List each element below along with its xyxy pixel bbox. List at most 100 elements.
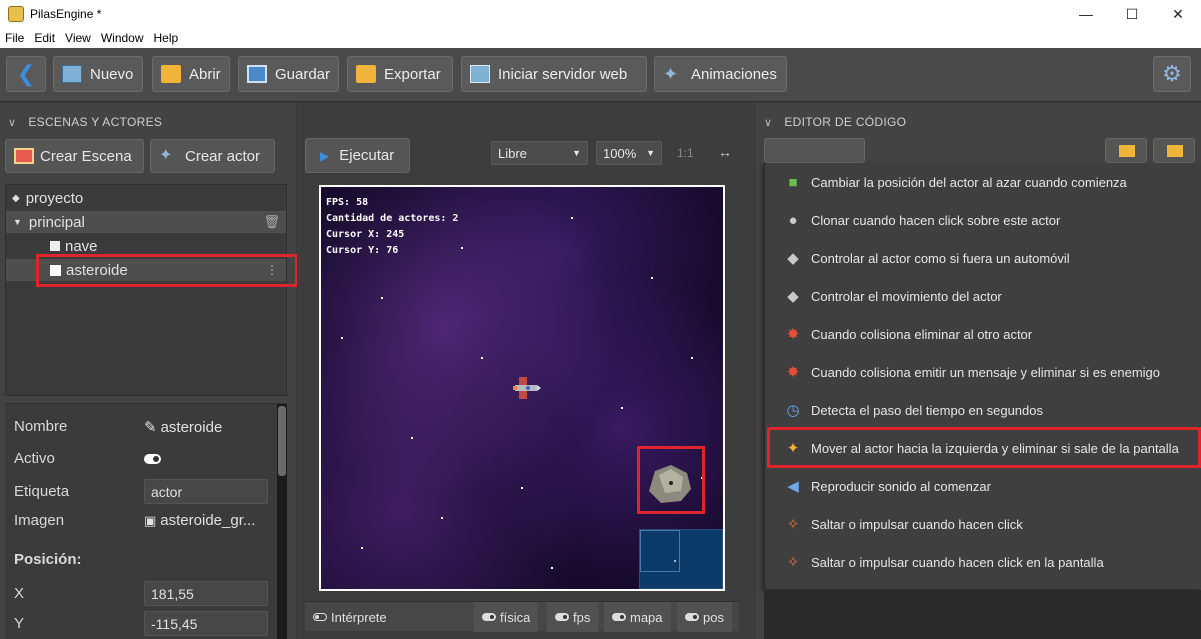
highlight-move-left-item [767,427,1201,468]
menu-help[interactable]: Help [149,31,184,45]
star [481,357,483,359]
name-value[interactable]: ✎ asteroide [144,418,222,436]
trash-icon[interactable]: 🗑 [263,214,280,230]
menu-item-collide-remove[interactable]: ✸ Cuando colisiona eliminar al otro acto… [765,315,1201,353]
tree-item-scene-principal[interactable]: ▼ principal 🗑 [6,211,286,233]
menu-view[interactable]: View [60,31,96,45]
camera-mode-select[interactable]: Libre ▼ [491,141,588,165]
x-input[interactable]: 181,55 [144,581,268,606]
highlight-asteroide-item [36,254,298,287]
run-button[interactable]: ▶ Ejecutar [305,138,410,173]
menu-item-play-sound[interactable]: ◀ Reproducir sonido al comenzar [765,467,1201,505]
y-label: Y [14,615,25,632]
start-web-server-button[interactable]: Iniciar servidor web [461,56,647,92]
open-file-button[interactable] [1105,138,1147,163]
new-file-icon [62,65,82,83]
new-project-button[interactable]: Nuevo [53,56,143,92]
behaviors-button[interactable] [764,138,865,163]
expand-icon[interactable]: ↔ [718,144,732,160]
active-toggle[interactable] [144,454,161,464]
code-editor-title: EDITOR DE CÓDIGO [784,115,907,129]
minimize-button[interactable]: — [1063,0,1109,28]
create-actor-button[interactable]: ✦ Crear actor [150,139,275,173]
code-editor-area[interactable] [764,590,1201,639]
star [341,337,343,339]
save-button[interactable]: Guardar [238,56,339,92]
toggle-on-icon [685,613,699,621]
star [461,247,463,249]
image-value[interactable]: ▣ asteroide_gr... [144,512,255,529]
spaceship-actor[interactable] [511,373,541,403]
menu-item-movement-control[interactable]: ◆ Controlar el movimiento del actor [765,277,1201,315]
folder-icon [1167,145,1183,157]
menu-item-timer[interactable]: ◷ Detecta el paso del tiempo en segundos [765,391,1201,429]
actor-nave-label: nave [65,237,98,255]
create-scene-button[interactable]: Crear Escena [5,139,144,173]
star [651,277,653,279]
menu-file[interactable]: File [0,31,29,45]
properties-scrollbar[interactable] [277,404,287,639]
export-label: Exportar [384,65,441,83]
settings-button[interactable]: ⚙ [1153,56,1191,92]
scenes-actors-header[interactable]: ∨ ESCENAS Y ACTORES [8,115,162,129]
pos-label: pos [703,609,724,625]
save-file-button[interactable] [1153,138,1195,163]
menu-item-jump-screen-click[interactable]: ✧ Saltar o impulsar cuando hacen click e… [765,543,1201,581]
menu-item-jump-click[interactable]: ✧ Saltar o impulsar cuando hacen click [765,505,1201,543]
tag-input[interactable]: actor [144,479,268,504]
chevron-down-icon: ∨ [8,116,17,129]
menu-edit[interactable]: Edit [29,31,60,45]
dropdown-arrow-icon: ▼ [572,148,581,158]
highlight-asteroid [637,446,705,514]
behaviors-menu: ■ Cambiar la posición del actor al azar … [764,163,1201,589]
maximize-button[interactable]: ☐ [1109,0,1155,28]
menu-item-collide-message[interactable]: ✸ Cuando colisiona emitir un mensaje y e… [765,353,1201,391]
animations-button[interactable]: ✦ Animaciones [654,56,787,92]
position-heading: Posición: [14,551,82,568]
menu-item-label: Clonar cuando hacen click sobre este act… [811,212,1061,228]
camera-mode-value: Libre [498,145,527,161]
create-scene-label: Crear Escena [40,147,132,165]
explosion-icon: ✸ [786,364,800,381]
close-button[interactable]: ✕ [1155,0,1201,28]
menu-item-clone-on-click[interactable]: ● Clonar cuando hacen click sobre este a… [765,201,1201,239]
export-button[interactable]: Exportar [347,56,453,92]
gamepad-icon: ◆ [787,250,799,267]
star [381,297,383,299]
menu-window[interactable]: Window [96,31,149,45]
open-button[interactable]: Abrir [152,56,230,92]
image-label: Imagen [14,512,65,529]
name-label: Nombre [14,418,68,435]
menu-item-car-control[interactable]: ◆ Controlar al actor como si fuera un au… [765,239,1201,277]
project-label: proyecto [25,189,84,207]
speaker-icon: ◀ [787,478,799,495]
y-input[interactable]: -115,45 [144,611,268,636]
fps-toggle[interactable]: fps [547,602,599,632]
physics-label: física [500,609,531,625]
toggle-on-icon [555,613,569,621]
minimap[interactable] [639,529,723,589]
floppy-disk-icon [247,65,267,83]
map-toggle[interactable]: mapa [604,602,671,632]
hud-fps: FPS: 58 [326,197,369,208]
zoom-select[interactable]: 100% ▼ [596,141,662,165]
pos-toggle[interactable]: pos [677,602,732,632]
folder-icon [1119,145,1135,157]
scrollbar-thumb[interactable] [278,406,286,476]
game-canvas[interactable]: FPS: 58 Cantidad de actores: 2 Cursor X:… [319,185,725,591]
map-label: mapa [630,609,663,625]
tree-item-project[interactable]: ◆ proyecto [6,187,286,209]
scene-label: principal [28,213,85,231]
start-web-server-label: Iniciar servidor web [498,65,628,83]
code-editor-header[interactable]: ∨ EDITOR DE CÓDIGO [764,115,906,129]
gear-icon: ⚙ [1162,61,1182,86]
star [691,357,693,359]
star [551,567,553,569]
interpreter-toggle[interactable]: Intérprete [305,602,395,632]
back-button[interactable]: ❮ [6,56,46,92]
explosion-icon: ✸ [786,326,800,343]
menu-item-random-position[interactable]: ■ Cambiar la posición del actor al azar … [765,163,1201,201]
ratio-label[interactable]: 1:1 [677,146,694,160]
physics-toggle[interactable]: física [474,602,539,632]
back-arrow-icon: ❮ [16,61,36,86]
